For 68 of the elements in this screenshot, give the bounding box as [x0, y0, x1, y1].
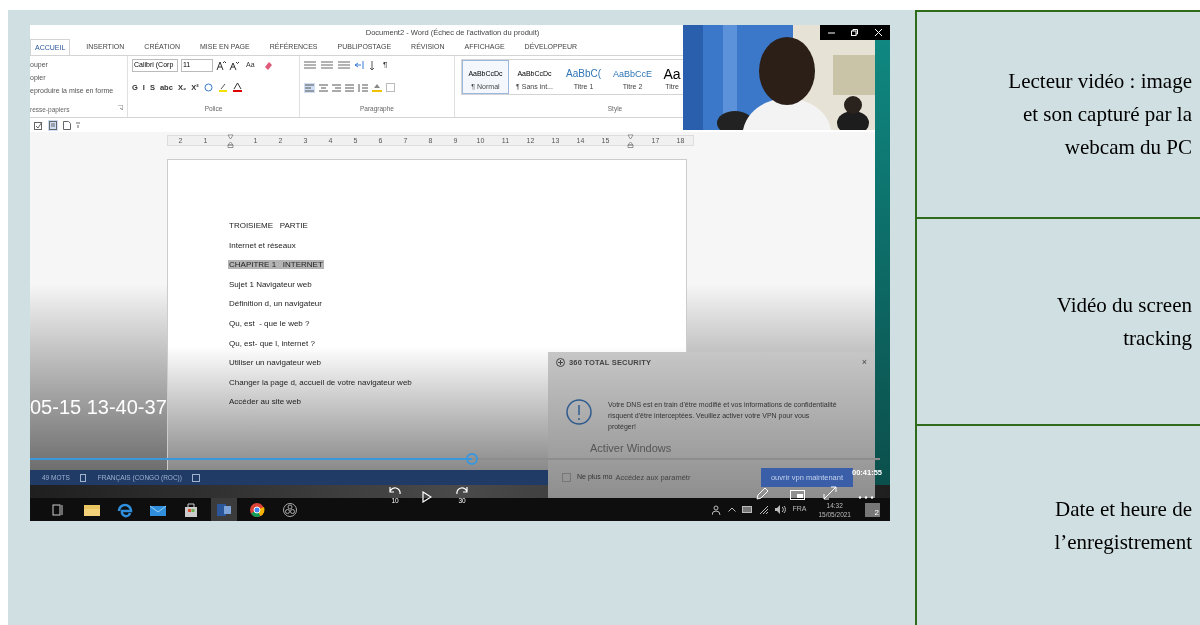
wifi-icon — [759, 505, 770, 514]
more-icon — [858, 496, 874, 499]
checkbox[interactable] — [562, 472, 571, 482]
print-layout-icon — [49, 120, 57, 130]
align-center-icon — [319, 83, 328, 92]
caption: Lecteur vidéo : image et son capturé par la webcam du PC — [1007, 68, 1192, 161]
macro-icon — [191, 473, 200, 482]
shield-logo-icon — [556, 358, 565, 368]
circles-logo-icon — [281, 500, 299, 519]
document-line: Accéder au site web — [228, 397, 303, 407]
style-sample: AaBbCcE — [613, 68, 652, 81]
indent-icon — [355, 61, 365, 69]
align-left-icon — [305, 83, 314, 92]
document-line: TROISIEME PARTIE — [228, 221, 309, 230]
progress-thumb[interactable] — [466, 453, 478, 465]
line-spacing-icon — [358, 83, 368, 92]
battery-icon — [742, 506, 754, 513]
pilcrow-button[interactable]: ¶ — [383, 59, 388, 71]
borders-icon — [386, 83, 395, 93]
document-line: Qu, est - que le web ? — [228, 318, 311, 328]
pencil-icon — [756, 487, 769, 500]
justify-icon — [345, 83, 354, 92]
recording-timestamp: 05-15 13-40-37 — [30, 395, 167, 420]
document-line: Internet et réseaux — [228, 240, 297, 250]
align-right-icon — [332, 83, 341, 92]
highlighter-icon — [217, 83, 228, 93]
chevron-up-icon — [728, 507, 737, 512]
numbering-icon — [321, 61, 333, 69]
proofing-icon — [79, 473, 88, 482]
style-sample: Aa — [663, 66, 681, 82]
shading-icon — [372, 83, 382, 93]
forward-arrow-icon — [455, 486, 469, 494]
read-mode-icon — [34, 120, 43, 130]
shrink-font-icon — [229, 60, 239, 70]
document-line: Changer la page d, accueil de votre navigateur web — [228, 377, 413, 387]
close-icon — [874, 29, 882, 36]
caption: Date et heure de l’enregistrement — [1053, 495, 1192, 556]
restore-icon — [851, 29, 859, 36]
customize-icon — [76, 122, 80, 128]
text-effect-icon — [203, 83, 213, 93]
activation-title: Activer Windows — [590, 442, 672, 455]
speaker-icon — [775, 505, 787, 514]
web-layout-icon — [63, 120, 71, 130]
people-icon — [712, 504, 723, 515]
eraser-icon — [263, 60, 273, 70]
indent-marker-icon — [227, 133, 234, 148]
document-line: Utiliser un navigateur web — [228, 358, 323, 368]
fullscreen-icon — [823, 486, 837, 500]
indent-marker-icon — [627, 133, 634, 148]
document-line: Qu, est- que l, internet ? — [228, 338, 316, 348]
round-logo-icon — [248, 500, 266, 519]
multilevel-list-icon — [338, 61, 350, 69]
shopping-bag-icon — [182, 500, 200, 519]
picture-in-picture-icon — [790, 490, 805, 500]
grow-font-icon — [216, 60, 226, 70]
document-line: Sujet 1 Navigateur web — [228, 279, 313, 289]
font-color-icon — [232, 83, 242, 93]
style-sample: AaBbC( — [566, 67, 601, 81]
warning-icon — [566, 398, 592, 425]
play-icon — [422, 491, 432, 503]
rewind-arrow-icon — [388, 486, 402, 494]
caption: Vidéo du screen tracking — [1055, 291, 1192, 352]
expand-icon — [118, 105, 123, 111]
document-line: Définition d, un navigateur — [228, 299, 323, 309]
notification-center-button[interactable]: 2 — [865, 502, 880, 517]
bullets-icon — [304, 61, 316, 69]
close-button[interactable]: × — [861, 356, 867, 370]
minimize-icon — [828, 29, 836, 36]
